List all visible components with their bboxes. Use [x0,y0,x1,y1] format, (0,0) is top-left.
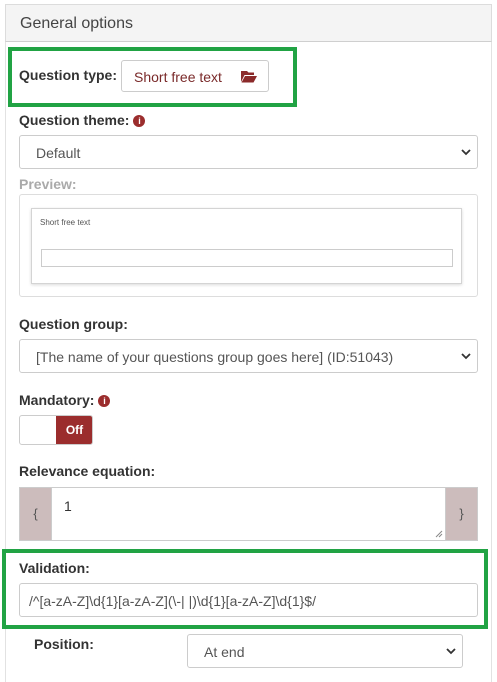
general-options-header[interactable]: General options [5,4,492,42]
position-label: Position: [34,636,94,652]
relevance-equation-label: Relevance equation: [19,463,156,479]
preview-text-input [41,249,453,267]
toggle-off-label: Off [56,416,92,444]
question-group-select[interactable]: [The name of your questions group goes h… [19,339,478,373]
question-type-value: Short free text [134,69,222,85]
panel-title: General options [20,15,133,32]
chevron-down-icon [446,648,456,655]
preview-box: Short free text [19,194,478,297]
preview-question-text: Short free text [40,218,91,227]
question-theme-value: Default [36,145,81,161]
relevance-equation-value: 1 [64,498,72,514]
folder-open-icon [241,71,257,83]
question-theme-select[interactable]: Default [19,135,478,169]
question-theme-label: Question theme: i [19,112,146,128]
question-type-button[interactable]: Short free text [121,60,269,92]
question-group-label: Question group: [19,316,128,332]
preview-label: Preview: [19,176,77,192]
chevron-down-icon [461,149,471,156]
info-circle-icon[interactable]: i [98,395,111,407]
close-brace-addon: } [446,488,477,540]
position-select[interactable]: At end [187,634,463,668]
question-type-label: Question type: [19,67,118,83]
mandatory-toggle[interactable]: Off [19,415,93,445]
preview-frame: Short free text [31,208,462,284]
mandatory-label: Mandatory: i [19,392,111,408]
info-circle-icon[interactable]: i [133,115,146,127]
relevance-equation-group: { 1 } [19,487,478,541]
validation-label: Validation: [19,560,90,576]
position-value: At end [204,644,245,660]
validation-value: /^[a-zA-Z]\d{1}[a-zA-Z](\-| |)\d{1}[a-zA… [29,593,316,609]
open-brace-addon: { [20,488,51,540]
chevron-down-icon [461,353,471,360]
resize-handle-icon[interactable] [435,530,443,538]
relevance-equation-textarea[interactable]: 1 [51,488,446,540]
question-group-value: [The name of your questions group goes h… [36,349,394,365]
validation-input[interactable]: /^[a-zA-Z]\d{1}[a-zA-Z](\-| |)\d{1}[a-zA… [19,583,478,617]
